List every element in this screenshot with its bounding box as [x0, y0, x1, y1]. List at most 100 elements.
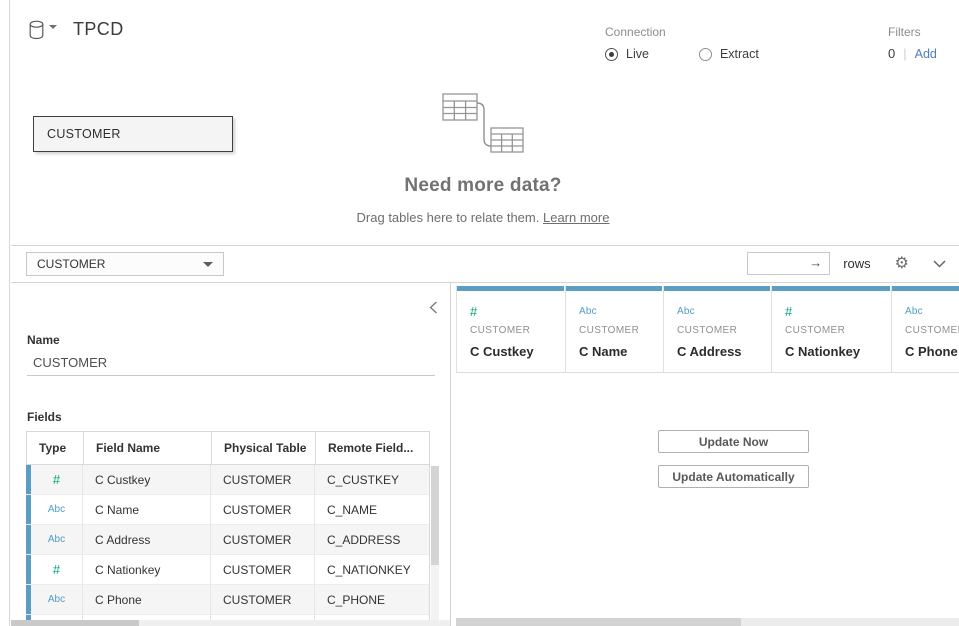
filters-count: 0 — [888, 46, 895, 61]
grid-column-c-nationkey[interactable]: # CUSTOMER C Nationkey — [771, 286, 891, 372]
grid-settings-gear-icon[interactable]: ⚙ — [895, 256, 909, 272]
fields-table-vertical-scrollbar[interactable] — [431, 466, 439, 620]
empty-state: Need more data? Drag tables here to rela… — [333, 92, 633, 225]
field-row-c-address[interactable]: Abc C Address CUSTOMER C_ADDRESS — [26, 525, 429, 555]
row-count-input[interactable] — [750, 253, 810, 274]
database-icon[interactable] — [28, 20, 45, 40]
filters-divider: | — [903, 46, 906, 61]
column-accent-strip — [772, 286, 890, 291]
grid-column-c-phone[interactable]: Abc CUSTOMER C Phone — [891, 286, 959, 372]
physical-table-cell: CUSTOMER — [211, 525, 315, 554]
collapse-panel-chevron-left-icon[interactable] — [429, 301, 438, 314]
radio-extract-circle-icon[interactable] — [699, 48, 712, 61]
radio-live[interactable]: Live — [605, 47, 649, 61]
column-field-name: C Address — [677, 344, 771, 359]
number-type-icon[interactable]: # — [31, 555, 83, 584]
field-row-c-custkey[interactable]: # C Custkey CUSTOMER C_CUSTKEY — [26, 465, 429, 495]
grid-column-c-custkey[interactable]: # CUSTOMER C Custkey — [456, 286, 565, 372]
fields-table-horizontal-scrollbar[interactable] — [11, 620, 450, 626]
field-row-c-nationkey[interactable]: # C Nationkey CUSTOMER C_NATIONKEY — [26, 555, 429, 585]
remote-field-cell: C_NATIONKEY — [315, 555, 428, 584]
connection-label: Connection — [605, 25, 759, 39]
column-table-name: CUSTOMER — [677, 325, 771, 336]
radio-extract-label: Extract — [720, 47, 759, 61]
column-field-name: C Name — [579, 344, 663, 359]
number-type-icon[interactable]: # — [470, 305, 565, 320]
radio-extract[interactable]: Extract — [699, 47, 759, 61]
relationship-canvas: TPCD Connection Live Extract Filters 0 |… — [11, 0, 959, 246]
string-type-icon[interactable]: Abc — [677, 305, 771, 320]
table-selector-value: CUSTOMER — [37, 257, 203, 271]
datasource-title: TPCD — [73, 19, 124, 40]
field-name-cell: C Phone — [83, 585, 211, 614]
field-name-cell: C Custkey — [83, 465, 211, 494]
collapsed-connections-pane[interactable] — [0, 0, 10, 626]
filters-section: Filters 0 | Add — [888, 25, 937, 61]
field-row-c-name[interactable]: Abc C Name CUSTOMER C_NAME — [26, 495, 429, 525]
datasource-title-group: TPCD — [28, 19, 124, 40]
column-table-name: CUSTOMER — [470, 325, 565, 336]
apply-rows-arrow-icon[interactable]: → — [809, 255, 822, 270]
filters-add-link[interactable]: Add — [915, 47, 937, 61]
column-table-name: CUSTOMER — [579, 325, 663, 336]
physical-table-cell: CUSTOMER — [211, 555, 315, 584]
column-field-name: C Phone — [905, 344, 959, 359]
grid-column-c-address[interactable]: Abc CUSTOMER C Address — [663, 286, 771, 372]
update-now-button[interactable]: Update Now — [658, 430, 809, 453]
column-field-name: C Custkey — [470, 344, 565, 359]
grid-toolbar: CUSTOMER → rows ⚙ — [11, 247, 959, 283]
scrollbar-thumb[interactable] — [431, 466, 439, 565]
field-name-cell: C Nationkey — [83, 555, 211, 584]
column-accent-strip — [566, 286, 662, 291]
remote-field-cell: C_ADDRESS — [315, 525, 428, 554]
col-header-remote-field[interactable]: Remote Field... — [316, 432, 429, 464]
string-type-icon[interactable]: Abc — [31, 585, 83, 614]
physical-table-cell: CUSTOMER — [211, 585, 315, 614]
field-name-cell: C Address — [83, 525, 211, 554]
number-type-icon[interactable]: # — [785, 305, 891, 320]
number-type-icon[interactable]: # — [31, 465, 83, 494]
remote-field-cell: C_NAME — [315, 495, 428, 524]
scrollbar-thumb[interactable] — [456, 618, 741, 626]
row-count-field: → — [747, 252, 830, 275]
remote-field-cell: C_PHONE — [315, 585, 428, 614]
fields-table-header-row: Type Field Name Physical Table Remote Fi… — [26, 431, 430, 465]
physical-table-cell: CUSTOMER — [211, 495, 315, 524]
column-accent-strip — [892, 286, 959, 291]
grid-header-row: # CUSTOMER C Custkey Abc CUSTOMER C Name… — [456, 286, 959, 373]
string-type-icon[interactable]: Abc — [905, 305, 959, 320]
table-selector-dropdown[interactable]: CUSTOMER — [26, 252, 224, 276]
col-header-type[interactable]: Type — [27, 432, 84, 464]
filters-label: Filters — [888, 25, 937, 39]
database-menu-caret-icon[interactable] — [49, 25, 57, 29]
canvas-table-customer[interactable]: CUSTOMER — [33, 116, 233, 152]
connection-section: Connection Live Extract — [605, 25, 759, 61]
column-accent-strip — [457, 286, 564, 291]
update-automatically-button[interactable]: Update Automatically — [658, 465, 809, 488]
string-type-icon[interactable]: Abc — [31, 495, 83, 524]
data-preview-grid: # CUSTOMER C Custkey Abc CUSTOMER C Name… — [452, 283, 959, 626]
column-accent-strip — [664, 286, 770, 291]
field-name-cell: C Name — [83, 495, 211, 524]
radio-live-label: Live — [626, 47, 649, 61]
column-field-name: C Nationkey — [785, 344, 891, 359]
string-type-icon[interactable]: Abc — [31, 525, 83, 554]
empty-state-title: Need more data? — [333, 175, 633, 197]
empty-state-subtitle: Drag tables here to relate them. — [357, 210, 540, 225]
table-details-panel: Name CUSTOMER Fields Type Field Name Phy… — [11, 283, 451, 626]
grid-horizontal-scrollbar[interactable] — [456, 618, 959, 626]
field-row-c-phone[interactable]: Abc C Phone CUSTOMER C_PHONE — [26, 585, 429, 615]
dropdown-caret-icon — [203, 262, 213, 267]
scrollbar-thumb[interactable] — [11, 620, 139, 626]
col-header-physical-table[interactable]: Physical Table — [212, 432, 316, 464]
table-name-input[interactable]: CUSTOMER — [27, 352, 435, 376]
string-type-icon[interactable]: Abc — [579, 305, 663, 320]
rows-label: rows — [843, 256, 870, 271]
grid-column-c-name[interactable]: Abc CUSTOMER C Name — [565, 286, 663, 372]
related-tables-illustration-icon — [433, 92, 533, 156]
col-header-field-name[interactable]: Field Name — [84, 432, 212, 464]
learn-more-link[interactable]: Learn more — [543, 210, 609, 225]
radio-live-circle-icon[interactable] — [605, 48, 618, 61]
grid-options-chevron-down-icon[interactable] — [933, 260, 946, 268]
remote-field-cell: C_CUSTKEY — [315, 465, 428, 494]
